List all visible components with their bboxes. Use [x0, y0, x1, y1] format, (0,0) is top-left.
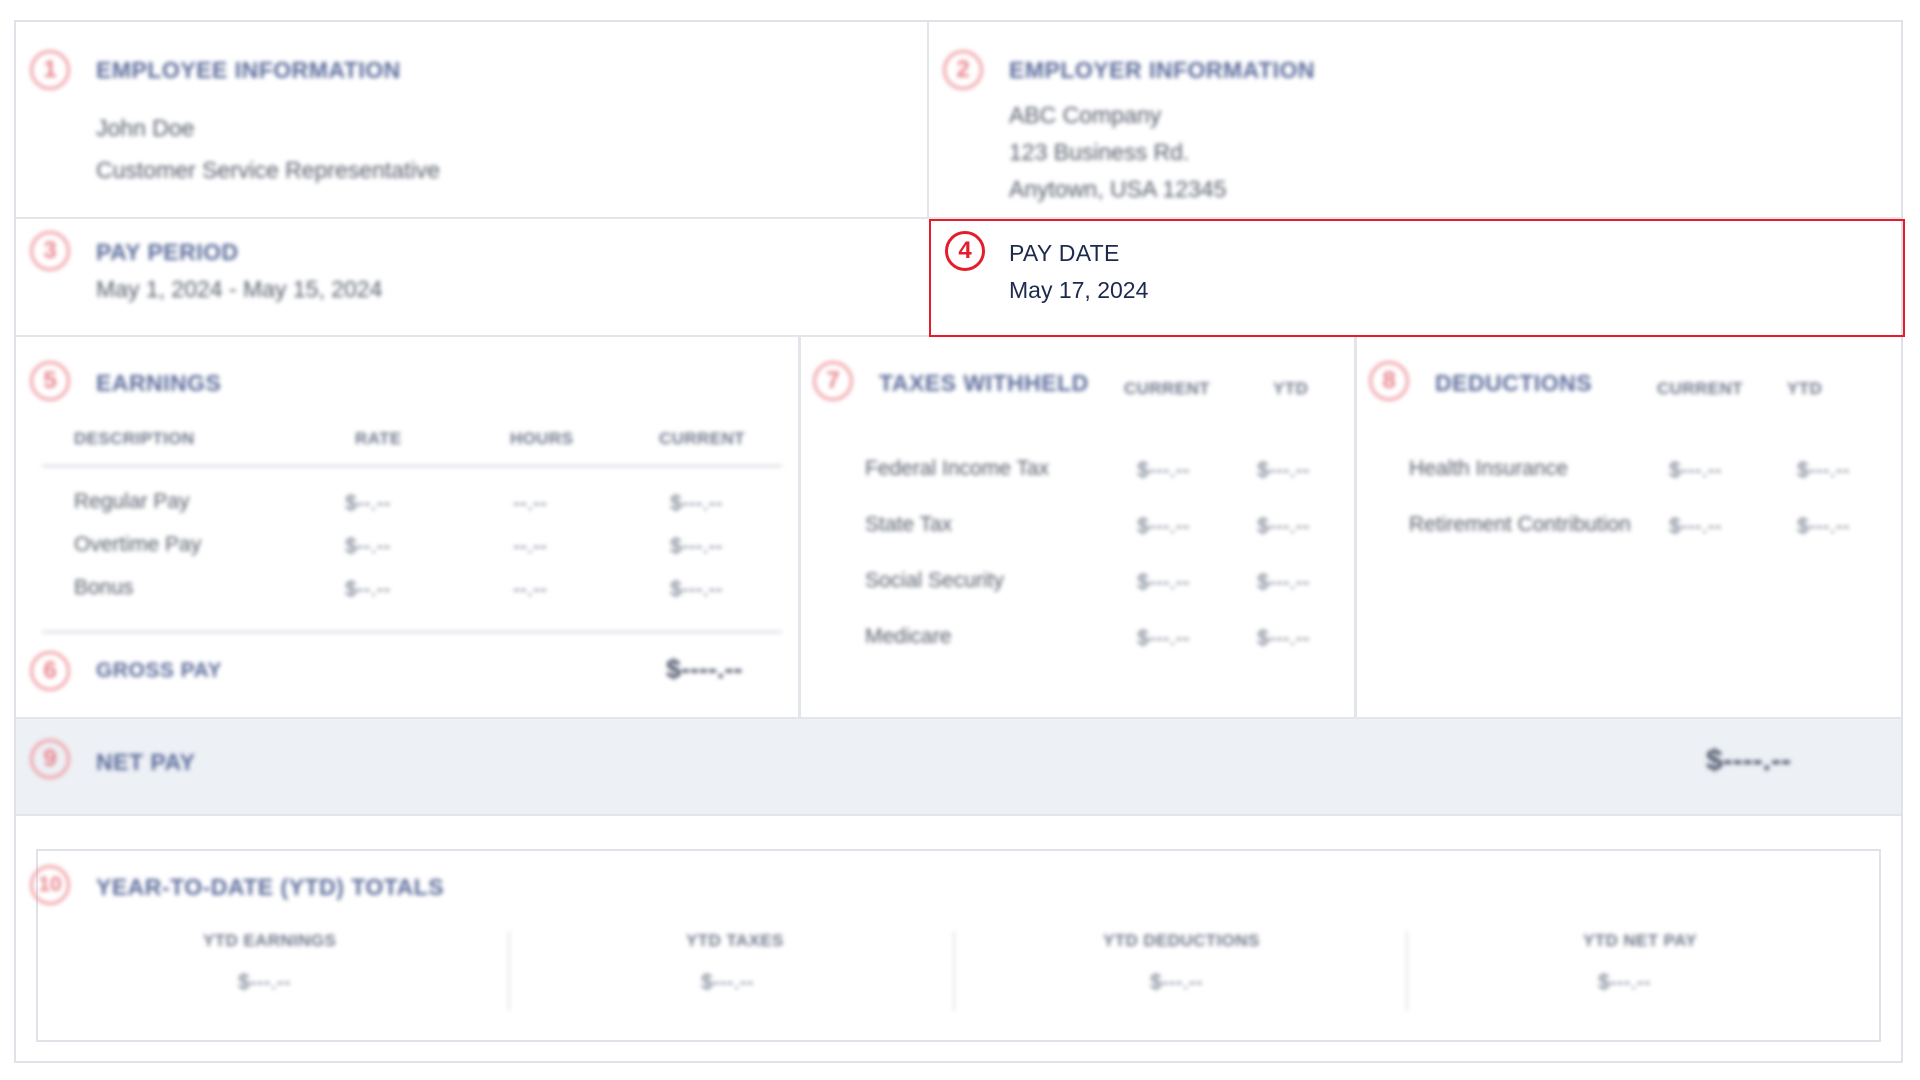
earning-current: $---.-- — [670, 535, 723, 558]
ytd-deductions-label: YTD DEDUCTIONS — [1103, 931, 1260, 950]
employer-city: Anytown, USA 12345 — [1009, 176, 1227, 202]
section-title: EARNINGS — [96, 370, 222, 396]
section-title: TAXES WITHHELD — [879, 370, 1089, 396]
gross-pay-value: $----.-- — [666, 654, 743, 684]
ytd-taxes-value: $---.-- — [701, 971, 754, 994]
deduction-current: $---.-- — [1669, 459, 1722, 482]
net-pay-label: NET PAY — [96, 749, 196, 775]
earning-current: $---.-- — [670, 578, 723, 601]
earning-rate: $--.-- — [345, 578, 391, 601]
tax-name: Social Security — [865, 569, 1004, 592]
employer-info-section: 2 EMPLOYER INFORMATION ABC Company 123 B… — [929, 22, 1901, 219]
section-number-badge: 4 — [945, 231, 985, 271]
section-number-badge: 8 — [1369, 361, 1409, 401]
pay-period-value: May 1, 2024 - May 15, 2024 — [96, 276, 383, 302]
earning-current: $---.-- — [670, 492, 723, 515]
section-number-badge: 6 — [30, 651, 70, 691]
taxes-section: 7 TAXES WITHHELD CURRENT YTD Federal Inc… — [801, 337, 1357, 719]
tax-current: $---.-- — [1137, 515, 1190, 538]
column-header-description: DESCRIPTION — [74, 429, 195, 448]
section-title: PAY DATE — [1009, 240, 1120, 266]
ytd-net-pay-value: $---.-- — [1598, 971, 1651, 994]
tax-ytd: $---.-- — [1257, 459, 1310, 482]
deduction-ytd: $---.-- — [1797, 459, 1850, 482]
pay-date-section: 4 PAY DATE May 17, 2024 — [929, 219, 1905, 337]
tax-current: $---.-- — [1137, 571, 1190, 594]
earning-description: Bonus — [74, 576, 134, 599]
earning-rate: $--.-- — [345, 492, 391, 515]
earnings-section: 5 EARNINGS DESCRIPTION RATE HOURS CURREN… — [16, 337, 801, 719]
deduction-ytd: $---.-- — [1797, 515, 1850, 538]
employee-name: John Doe — [96, 115, 195, 141]
divider — [1406, 931, 1408, 1011]
divider — [953, 931, 955, 1011]
earning-hours: --.-- — [513, 578, 547, 601]
ytd-deductions-value: $---.-- — [1150, 971, 1203, 994]
column-header-rate: RATE — [355, 429, 402, 448]
section-number-badge: 1 — [30, 50, 70, 90]
divider — [508, 931, 510, 1011]
ytd-net-pay-label: YTD NET PAY — [1583, 931, 1697, 950]
column-header-ytd: YTD — [1273, 379, 1309, 398]
earning-rate: $--.-- — [345, 535, 391, 558]
earning-hours: --.-- — [513, 492, 547, 515]
divider — [42, 631, 782, 633]
section-number-badge: 2 — [943, 50, 983, 90]
ytd-earnings-label: YTD EARNINGS — [203, 931, 337, 950]
section-title: EMPLOYER INFORMATION — [1009, 57, 1316, 83]
section-title: YEAR-TO-DATE (YTD) TOTALS — [96, 874, 445, 900]
column-header-ytd: YTD — [1787, 379, 1823, 398]
earning-description: Regular Pay — [74, 490, 190, 513]
tax-ytd: $---.-- — [1257, 515, 1310, 538]
tax-ytd: $---.-- — [1257, 627, 1310, 650]
net-pay-value: $----.-- — [1706, 744, 1791, 777]
section-number-badge: 10 — [30, 865, 70, 905]
section-number-badge: 9 — [30, 739, 70, 779]
column-header-hours: HOURS — [510, 429, 574, 448]
deduction-name: Retirement Contribution — [1409, 513, 1631, 536]
ytd-earnings-value: $---.-- — [238, 971, 291, 994]
gross-pay-label: GROSS PAY — [96, 659, 222, 682]
section-number-badge: 7 — [813, 361, 853, 401]
earning-hours: --.-- — [513, 535, 547, 558]
section-number-badge: 5 — [30, 361, 70, 401]
section-title: EMPLOYEE INFORMATION — [96, 57, 401, 83]
section-title: PAY PERIOD — [96, 239, 239, 265]
column-header-current: CURRENT — [659, 429, 745, 448]
employer-street: 123 Business Rd. — [1009, 139, 1190, 165]
ytd-taxes-label: YTD TAXES — [686, 931, 784, 950]
earning-description: Overtime Pay — [74, 533, 202, 556]
deductions-section: 8 DEDUCTIONS CURRENT YTD Health Insuranc… — [1357, 337, 1901, 719]
employer-company: ABC Company — [1009, 102, 1162, 128]
pay-stub: 1 EMPLOYEE INFORMATION John Doe Customer… — [14, 20, 1905, 1063]
section-number-badge: 3 — [30, 231, 70, 271]
tax-name: Medicare — [865, 625, 952, 648]
tax-current: $---.-- — [1137, 627, 1190, 650]
section-title: DEDUCTIONS — [1435, 370, 1593, 396]
pay-date-value: May 17, 2024 — [1009, 277, 1149, 303]
employee-role: Customer Service Representative — [96, 157, 440, 183]
deduction-name: Health Insurance — [1409, 457, 1568, 480]
tax-ytd: $---.-- — [1257, 571, 1310, 594]
column-header-current: CURRENT — [1657, 379, 1743, 398]
column-header-current: CURRENT — [1124, 379, 1210, 398]
ytd-totals-section: 10 YEAR-TO-DATE (YTD) TOTALS YTD EARNING… — [30, 849, 1881, 1042]
pay-period-section: 3 PAY PERIOD May 1, 2024 - May 15, 2024 — [16, 219, 929, 337]
net-pay-section: 9 NET PAY $----.-- — [16, 719, 1901, 816]
tax-current: $---.-- — [1137, 459, 1190, 482]
tax-name: Federal Income Tax — [865, 457, 1050, 480]
divider — [42, 465, 782, 467]
employee-info-section: 1 EMPLOYEE INFORMATION John Doe Customer… — [16, 22, 929, 219]
tax-name: State Tax — [865, 513, 953, 536]
deduction-current: $---.-- — [1669, 515, 1722, 538]
